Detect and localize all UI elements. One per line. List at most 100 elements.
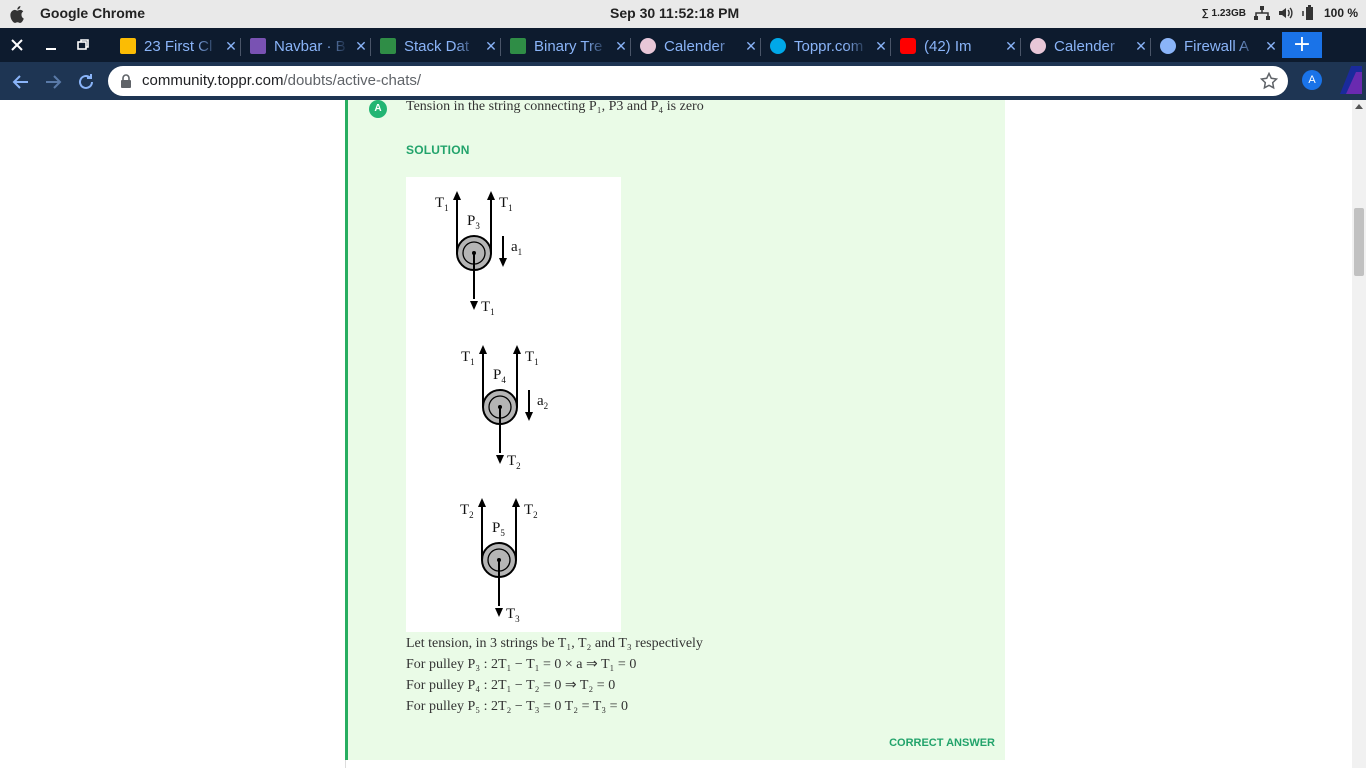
google-drive-icon bbox=[120, 38, 136, 54]
pulley-label-P5-main: P bbox=[492, 520, 500, 536]
tab-9[interactable]: Firewall A ✕ bbox=[1160, 32, 1278, 60]
tab-close-icon[interactable]: ✕ bbox=[484, 38, 498, 55]
tab-6[interactable]: Toppr.com ✕ bbox=[770, 32, 888, 60]
arrow-right-P3 bbox=[487, 191, 495, 200]
tab-separator bbox=[240, 38, 241, 56]
apple-icon[interactable] bbox=[10, 5, 26, 23]
acc-arrow-P3 bbox=[499, 258, 507, 267]
tab-separator bbox=[370, 38, 371, 56]
tab-separator bbox=[1150, 38, 1151, 56]
tab-4[interactable]: Binary Tre ✕ bbox=[510, 32, 628, 60]
left-tension-P4-sub: 1 bbox=[470, 357, 475, 367]
url-domain: community.toppr.com bbox=[142, 72, 284, 89]
tab-close-icon[interactable]: ✕ bbox=[224, 38, 238, 55]
left-tension-P5-sub: 2 bbox=[469, 510, 474, 520]
acc-label-P3-sub: 1 bbox=[518, 247, 523, 257]
next-card-edge bbox=[345, 760, 1005, 768]
bookmark-star-icon[interactable] bbox=[1260, 72, 1278, 90]
battery-level: 100 % bbox=[1323, 6, 1358, 20]
url-path: /doubts/active-chats/ bbox=[283, 72, 422, 89]
arrow-right-P5 bbox=[512, 498, 520, 507]
new-tab-button[interactable]: + bbox=[1282, 32, 1322, 58]
bottom-tension-P5: T3 bbox=[506, 606, 520, 624]
youtube-icon bbox=[900, 38, 916, 54]
tab-3[interactable]: Stack Dat ✕ bbox=[380, 32, 498, 60]
bootstrap-icon bbox=[250, 38, 266, 54]
calendar-app-icon bbox=[1030, 38, 1046, 54]
tab-title: Toppr.com bbox=[794, 37, 864, 55]
tab-close-icon[interactable]: ✕ bbox=[1004, 38, 1018, 55]
menu-dots-icon[interactable] bbox=[1338, 66, 1362, 94]
pulley-diagram: a1T1 T1P3T1a2T1 T1P4T2T2 T2P5T3 bbox=[406, 177, 621, 632]
option-text: Tension in the string connecting P₁, P3 … bbox=[406, 100, 704, 114]
tab-close-icon[interactable]: ✕ bbox=[1134, 38, 1148, 55]
forward-button[interactable] bbox=[42, 71, 64, 93]
bottom-tension-P3-main: T bbox=[481, 299, 490, 315]
url-text[interactable]: community.toppr.com/doubts/active-chats/ bbox=[142, 72, 421, 89]
solution-line: For pulley P₄ : 2T₁ − T₂ = 0 ⇒ T₂ = 0 bbox=[406, 678, 616, 693]
tab-title: Calender bbox=[664, 37, 725, 55]
tab-1[interactable]: 23 First Cl ✕ bbox=[120, 32, 238, 60]
page-content: A Tension in the string connecting P₁, P… bbox=[0, 100, 1352, 768]
correct-answer-card: A Tension in the string connecting P₁, P… bbox=[345, 100, 1005, 760]
acc-label-P4-sub: 2 bbox=[544, 401, 549, 411]
tab-separator bbox=[890, 38, 891, 56]
bottom-tension-P4-sub: 2 bbox=[516, 461, 521, 471]
browser-toolbar: community.toppr.com/doubts/active-chats/ bbox=[0, 62, 1366, 100]
lock-icon[interactable] bbox=[120, 74, 132, 88]
right-tension-P5: T2 bbox=[524, 502, 538, 520]
tab-8[interactable]: Calender ✕ bbox=[1030, 32, 1148, 60]
scrollbar-thumb[interactable] bbox=[1354, 208, 1364, 276]
acc-label-P3: a1 bbox=[511, 239, 522, 257]
address-bar[interactable]: community.toppr.com/doubts/active-chats/ bbox=[108, 66, 1288, 96]
tab-7[interactable]: (42) Im ✕ bbox=[900, 32, 1018, 60]
toppr-icon bbox=[770, 38, 786, 54]
tab-close-icon[interactable]: ✕ bbox=[874, 38, 888, 55]
tab-title: (42) Im bbox=[924, 37, 972, 55]
battery-icon[interactable] bbox=[1302, 5, 1316, 21]
right-tension-P5-main: T bbox=[524, 502, 533, 518]
tab-close-icon[interactable]: ✕ bbox=[1264, 38, 1278, 55]
globe-icon bbox=[1160, 38, 1176, 54]
tab-title: Navbar · B bbox=[274, 37, 346, 55]
bottom-tension-P3: T1 bbox=[481, 299, 495, 317]
arrow-left-P4 bbox=[479, 345, 487, 354]
tab-5[interactable]: Calender ✕ bbox=[640, 32, 758, 60]
page-scrollbar[interactable] bbox=[1352, 100, 1366, 768]
bottom-tension-P5-main: T bbox=[506, 606, 515, 622]
close-window-icon[interactable] bbox=[8, 36, 26, 54]
back-button[interactable] bbox=[10, 71, 32, 93]
tab-close-icon[interactable]: ✕ bbox=[744, 38, 758, 55]
os-top-bar: Google Chrome Sep 30 11:52:18 PM ∑ 1.23G… bbox=[0, 0, 1366, 28]
tab-title: Stack Dat bbox=[404, 37, 470, 55]
geeksforgeeks-icon bbox=[380, 38, 396, 54]
tab-strip: 23 First Cl ✕ Navbar · B ✕ Stack Dat ✕ Binary … bbox=[0, 28, 1366, 62]
pulley-label-P5-sub: 5 bbox=[500, 528, 505, 538]
solution-line: Let tension, in 3 strings be T₁, T₂ and … bbox=[406, 636, 703, 651]
restore-window-icon[interactable] bbox=[74, 36, 92, 54]
clock[interactable]: Sep 30 11:52:18 PM bbox=[610, 5, 739, 21]
right-tension-P4: T1 bbox=[525, 349, 539, 367]
reload-button[interactable] bbox=[75, 71, 97, 93]
memory-indicator[interactable]: ∑ 1.23GB bbox=[1202, 8, 1246, 19]
left-tension-P3-sub: 1 bbox=[444, 203, 449, 213]
network-icon[interactable] bbox=[1253, 6, 1270, 20]
new-tab-plus-icon: + bbox=[1292, 32, 1312, 57]
tab-2[interactable]: Navbar · B ✕ bbox=[250, 32, 368, 60]
tab-close-icon[interactable]: ✕ bbox=[614, 38, 628, 55]
tab-close-icon[interactable]: ✕ bbox=[354, 38, 368, 55]
tab-separator bbox=[500, 38, 501, 56]
tab-separator bbox=[1020, 38, 1021, 56]
profile-avatar[interactable]: A bbox=[1302, 70, 1322, 90]
left-tension-P4: T1 bbox=[461, 349, 475, 367]
arrow-left-P3 bbox=[453, 191, 461, 200]
tab-title: Firewall A bbox=[1184, 37, 1250, 55]
tab-separator bbox=[630, 38, 631, 56]
geeksforgeeks-icon bbox=[510, 38, 526, 54]
active-app-name[interactable]: Google Chrome bbox=[40, 5, 145, 21]
tab-title: Binary Tre bbox=[534, 37, 603, 55]
minimize-window-icon[interactable] bbox=[42, 36, 60, 54]
right-tension-P3: T1 bbox=[499, 195, 513, 213]
scroll-up-arrow-icon[interactable] bbox=[1355, 104, 1363, 109]
volume-icon[interactable] bbox=[1278, 6, 1294, 20]
